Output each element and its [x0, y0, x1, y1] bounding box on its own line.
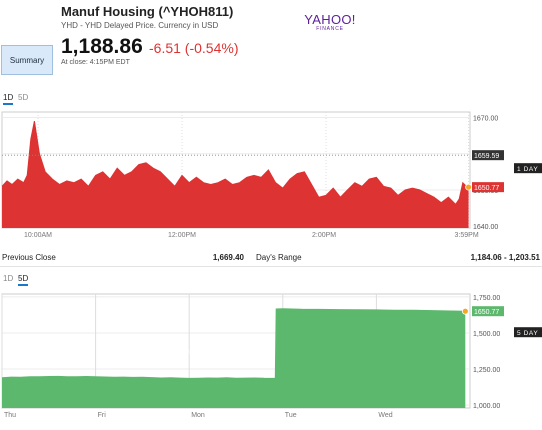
x-tick-label: Fri — [98, 412, 107, 419]
price-value: 1,188.86 — [61, 35, 143, 58]
x-tick-label: 2:00PM — [312, 232, 336, 239]
range-tab-5d[interactable]: 5D — [18, 93, 28, 103]
days-range-label: Day's Range — [256, 253, 302, 262]
quote-title: Manuf Housing (^YHOH811) — [61, 4, 234, 19]
y-tick-label: 1,750.00 — [473, 295, 500, 302]
yahoo-finance-logo: YAHOO! FINANCE — [300, 13, 360, 32]
x-tick-label: 10:00AM — [24, 232, 52, 239]
previous-close-label: Previous Close — [2, 253, 56, 262]
last-point-marker — [465, 183, 472, 191]
x-tick-label: Wed — [378, 412, 392, 419]
days-range-value: 1,184.06 - 1,203.51 — [470, 253, 540, 262]
range-badge-label: 5 DAY — [517, 330, 538, 337]
range-tab-1d[interactable]: 1D — [3, 274, 13, 284]
range-tab-1d[interactable]: 1D — [3, 93, 14, 105]
intraday-chart: 10:00AM 12:00PM 2:00PM 3:59PM YAHOO! FINANCE… — [1, 111, 542, 239]
x-tick-label: Mon — [191, 412, 205, 419]
quote-subtitle: YHD - YHD Delayed Price. Currency in USD — [61, 21, 219, 30]
y-tick-label: 1640.00 — [473, 224, 498, 231]
y-tick-label: 1670.00 — [473, 115, 498, 122]
watermark: YAHOO! FINANCE — [172, 161, 299, 178]
divider — [0, 266, 542, 267]
logo-subword: FINANCE — [316, 26, 344, 32]
range-badge-label: 1 DAY — [517, 166, 538, 173]
summary-tab[interactable]: Summary — [1, 45, 53, 75]
x-tick-label: 12:00PM — [168, 232, 196, 239]
reference-badge-label: 1659.59 — [474, 153, 499, 160]
five-day-chart: Thu Fri Mon Tue WedYAHOO! FINANCE1,000.001,2… — [1, 293, 542, 419]
previous-close-value: 1,669.40 — [212, 253, 244, 262]
range-tab-5d[interactable]: 5D — [18, 274, 29, 286]
y-tick-label: 1,500.00 — [473, 331, 500, 338]
y-tick-label: 1,250.00 — [473, 367, 500, 374]
y-tick-label: 1,000.00 — [473, 403, 500, 410]
x-tick-label: 3:59PM — [455, 232, 479, 239]
close-time: At close: 4:15PM EDT — [61, 59, 130, 66]
logo-word: YAHOO! — [304, 12, 356, 27]
x-tick-label: Thu — [4, 412, 16, 419]
last-value-badge-label: 1650.77 — [474, 309, 499, 316]
x-tick-label: Tue — [285, 412, 297, 419]
last-value-badge-label: 1650.77 — [474, 185, 499, 192]
price-change: -6.51 (-0.54%) — [149, 40, 239, 56]
last-point-marker — [461, 307, 469, 315]
